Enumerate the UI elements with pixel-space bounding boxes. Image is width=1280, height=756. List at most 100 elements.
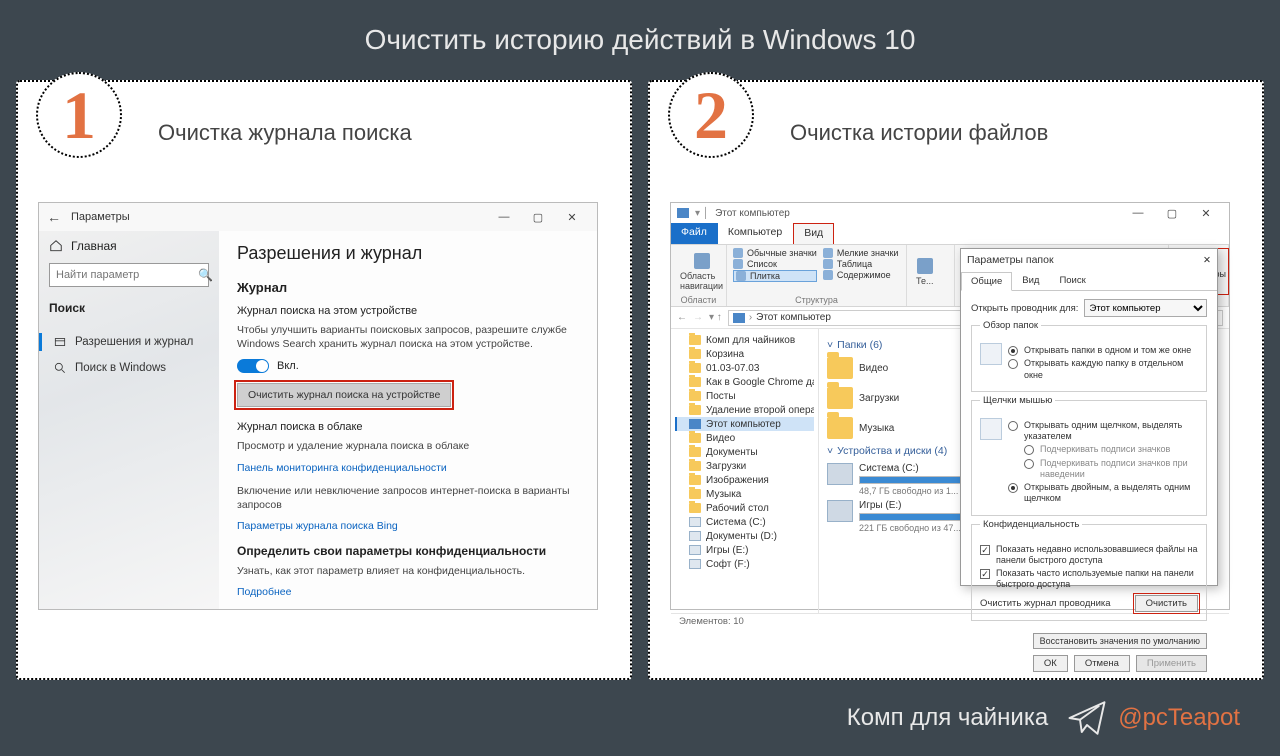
radio-new-window[interactable]: Открывать каждую папку в отдельном окне [1008,358,1198,381]
close-icon[interactable]: ✕ [1203,255,1211,266]
drive-icon [827,500,853,522]
radio-same-window[interactable]: Открывать папки в одном и том же окне [1008,345,1198,356]
permissions-icon [53,335,67,349]
toggle-switch[interactable] [237,359,269,373]
tab-file[interactable]: Файл [671,223,718,244]
tree-item[interactable]: Игры (E:) [675,543,814,557]
check-frequent-folders[interactable]: Показать часто используемые папки на пан… [980,568,1198,591]
settings-main: Разрешения и журнал Журнал Журнал поиска… [219,231,597,609]
tree-item[interactable]: Музыка [675,487,814,501]
tab-search[interactable]: Поиск [1049,271,1095,290]
tree-item[interactable]: Документы [675,445,814,459]
page-header: Очистить историю действий в Windows 10 [0,0,1280,80]
close-icon[interactable]: ✕ [1189,203,1223,223]
sidebar-home[interactable]: Главная [49,239,209,253]
toggle-row: Вкл. [237,359,579,373]
tree-item[interactable]: Удаление второй операци [675,403,814,417]
tree-item[interactable]: Рабочий стол [675,501,814,515]
tab-view[interactable]: Вид [1012,271,1049,290]
open-for-select[interactable]: Этот компьютер [1084,299,1207,317]
magnifier-icon [53,361,67,375]
open-for-label: Открыть проводник для: [971,303,1078,314]
bing-params-link[interactable]: Параметры журнала поиска Bing [237,520,579,532]
panel-2-title: Очистка истории файлов [790,120,1242,146]
step-badge-1: 1 [36,72,122,158]
sidebar-item-search-windows[interactable]: Поиск в Windows [49,355,209,381]
explorer-tree[interactable]: Комп для чайниковКорзина01.03-07.03Как в… [671,329,819,613]
sidebar-item-permissions[interactable]: Разрешения и журнал [49,329,209,355]
nav-back-icon[interactable]: ← [677,312,687,323]
journal-heading: Журнал [237,280,579,295]
panel-1: 1 Очистка журнала поиска ← Параметры — ▢… [16,80,632,680]
radio-double-click[interactable]: Открывать двойным, а выделять одним щелч… [1008,482,1198,505]
footer-brand: Комп для чайника [847,704,1048,732]
main-heading: Разрешения и журнал [237,243,579,264]
minimize-icon[interactable]: — [1121,203,1155,223]
tree-item[interactable]: Загрузки [675,459,814,473]
tree-this-pc[interactable]: Этот компьютер [675,417,814,431]
device-journal-label: Журнал поиска на этом устройстве [237,305,579,317]
folder-options-dialog: Параметры папок ✕ Общие Вид Поиск Открыт… [960,248,1218,586]
nav-fwd-icon[interactable]: → [693,312,703,323]
tree-item[interactable]: 01.03-07.03 [675,361,814,375]
dialog-title: Параметры папок [967,254,1203,266]
privacy-desc: Узнать, как этот параметр влияет на конф… [237,564,579,578]
page-footer: Комп для чайника @pcTeapot [0,680,1280,756]
close-icon[interactable]: ✕ [555,207,589,227]
clear-explorer-button[interactable]: Очистить [1135,595,1198,612]
clear-device-history-button[interactable]: Очистить журнал поиска на устройстве [237,383,451,407]
search-input-wrap[interactable]: 🔍 [49,263,209,287]
device-journal-desc: Чтобы улучшить варианты поисковых запрос… [237,323,579,351]
tree-item[interactable]: Как в Google Chrome дава [675,375,814,389]
layout-list[interactable]: Обычные значки Список Плитка [733,248,817,295]
cancel-button[interactable]: Отмена [1074,655,1130,672]
window-title: Параметры [71,211,487,223]
back-icon[interactable]: ← [47,209,61,225]
current-view-button[interactable]: Те... [913,248,937,295]
settings-sidebar: Главная 🔍 Поиск Разрешения и журнал Поис… [39,231,219,609]
tree-item[interactable]: Корзина [675,347,814,361]
web-search-desc: Включение или невключение запросов интер… [237,484,579,512]
privacy-legend: Конфиденциальность [980,519,1082,530]
tree-item[interactable]: Видео [675,431,814,445]
tree-item[interactable]: Изображения [675,473,814,487]
cloud-journal-label: Журнал поиска в облаке [237,421,579,433]
settings-window: ← Параметры — ▢ ✕ Главная 🔍 [38,202,598,610]
browse-legend: Обзор папок [980,320,1041,331]
privacy-dashboard-link[interactable]: Панель мониторинга конфиденциальности [237,462,579,474]
ok-button[interactable]: ОК [1033,655,1068,672]
privacy-heading: Определить свои параметры конфиденциальн… [237,544,579,558]
tree-item[interactable]: Софт (F:) [675,557,814,571]
settings-titlebar: ← Параметры — ▢ ✕ [39,203,597,231]
maximize-icon[interactable]: ▢ [521,207,555,227]
tree-item[interactable]: Система (C:) [675,515,814,529]
address-bar[interactable]: Этот компьютер [756,312,831,323]
restore-defaults-button[interactable]: Восстановить значения по умолчанию [1033,633,1207,649]
cloud-journal-desc: Просмотр и удаление журнала поиска в обл… [237,439,579,453]
check-recent-files[interactable]: Показать недавно использовавшиеся файлы … [980,544,1198,567]
radio-single-click[interactable]: Открывать одним щелчком, выделять указат… [1008,420,1198,443]
ribbon-tabs: Файл Компьютер Вид [671,223,1229,245]
layout-list-2[interactable]: Мелкие значки Таблица Содержимое [823,248,899,295]
maximize-icon[interactable]: ▢ [1155,203,1189,223]
minimize-icon[interactable]: — [487,207,521,227]
step-badge-2: 2 [668,72,754,158]
footer-telegram[interactable]: @pcTeapot [1066,697,1240,739]
search-input[interactable] [56,269,198,281]
panel-1-title: Очистка журнала поиска [158,120,610,146]
folder-preview-icon [980,343,1002,365]
tab-computer[interactable]: Компьютер [718,223,793,244]
toggle-label: Вкл. [277,360,299,372]
drive-icon [827,463,853,485]
nav-pane-button[interactable]: Область навигации [677,248,726,295]
explorer-icon [677,208,689,218]
tab-general[interactable]: Общие [961,272,1012,291]
tree-item[interactable]: Посты [675,389,814,403]
tree-item[interactable]: Документы (D:) [675,529,814,543]
tab-view[interactable]: Вид [793,223,834,244]
panel-2: 2 Очистка истории файлов ▾ │ Этот компью… [648,80,1264,680]
tree-item[interactable]: Комп для чайников [675,333,814,347]
home-icon [49,239,63,253]
apply-button[interactable]: Применить [1136,655,1207,672]
more-link[interactable]: Подробнее [237,586,579,598]
